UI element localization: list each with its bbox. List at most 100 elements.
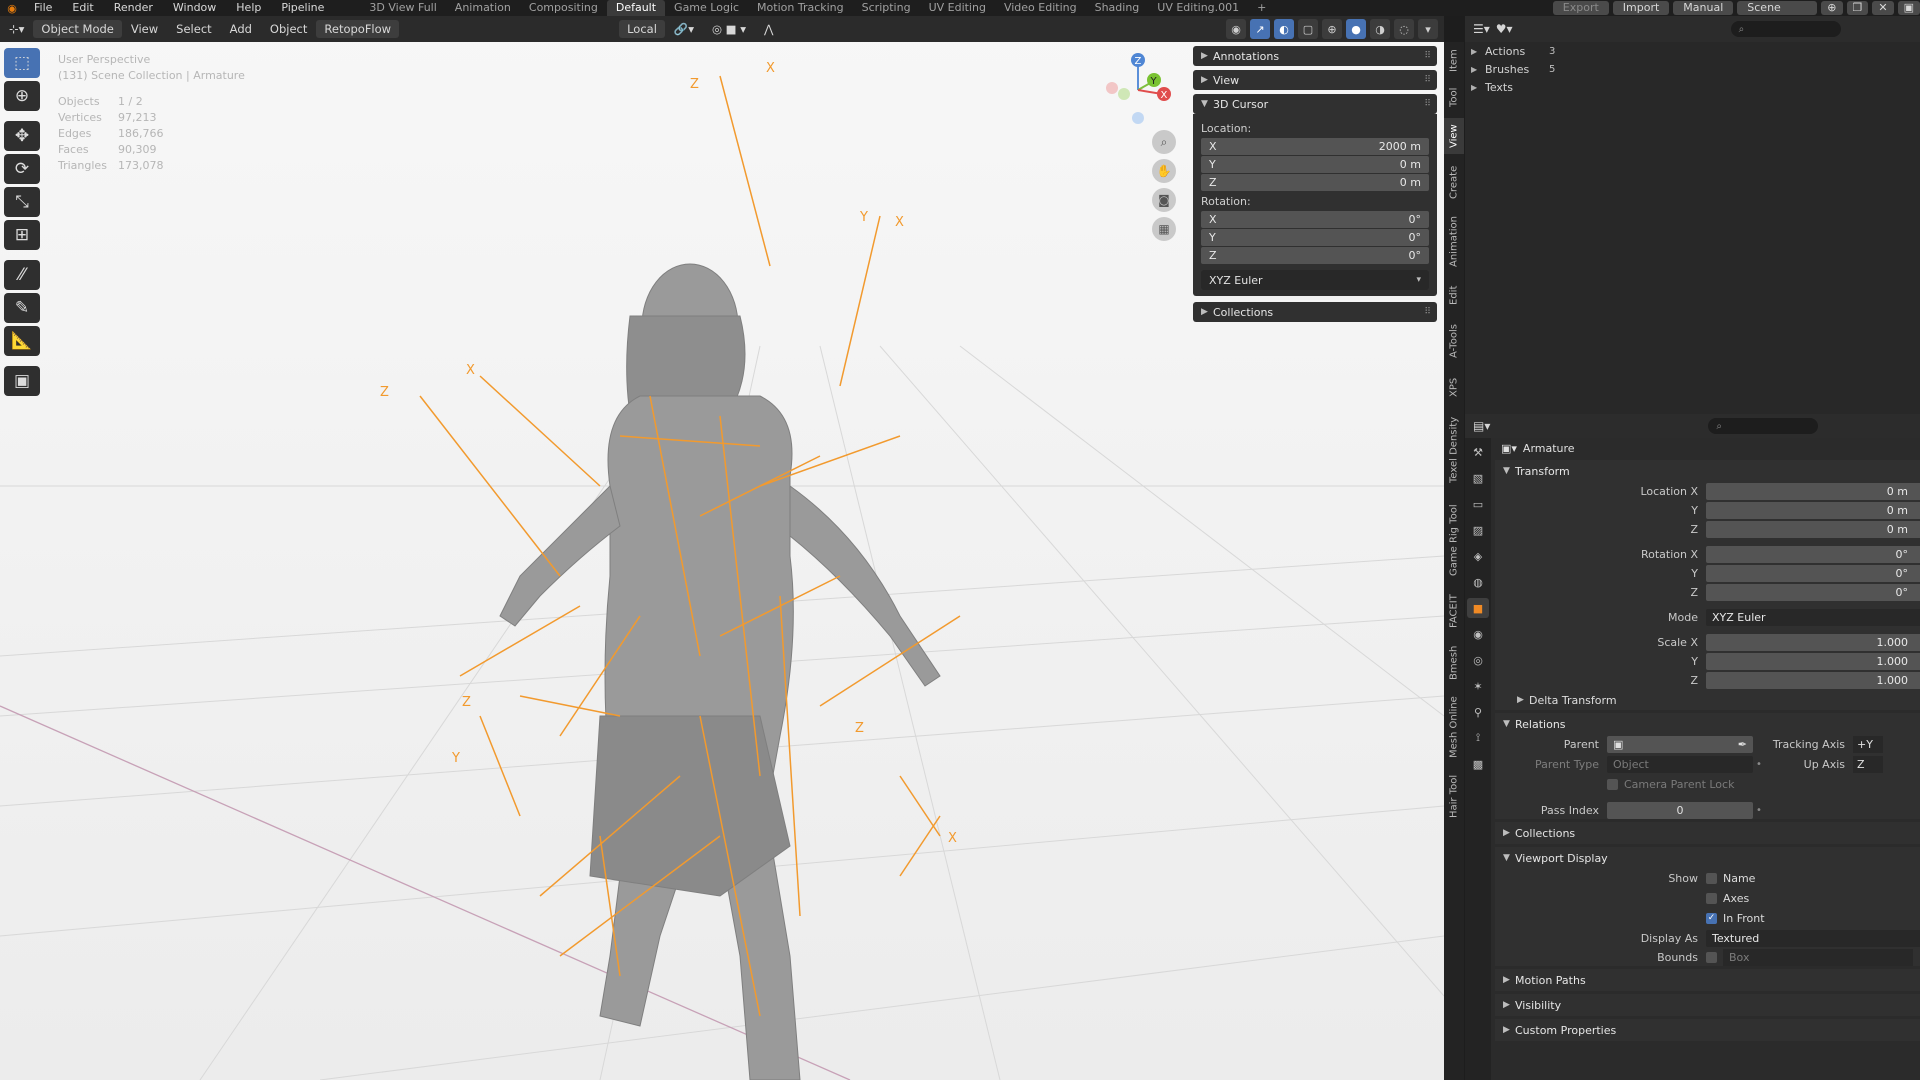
physics-tab-icon[interactable]: ✶ — [1467, 676, 1489, 696]
relations-header[interactable]: ▼ Relations — [1495, 713, 1920, 735]
pan-hand-icon[interactable]: ✋ — [1152, 159, 1176, 183]
list-item[interactable]: ▶ Brushes 5 — [1465, 60, 1920, 78]
zoom-icon[interactable]: ⌕ — [1152, 130, 1176, 154]
falloff-icon[interactable]: ⋀ — [755, 22, 782, 36]
tracking-axis-field[interactable]: +Y — [1853, 735, 1883, 753]
vtab-item[interactable]: Item — [1444, 46, 1464, 76]
cursor-rotation-z[interactable]: Z 0° — [1201, 247, 1429, 264]
data-tab-icon[interactable]: ⟟ — [1467, 728, 1489, 748]
editor-type-icon[interactable]: ⊹▾ — [0, 22, 33, 36]
location-y-row[interactable]: Y0 m — [1495, 501, 1920, 519]
collections-panel-header[interactable]: ▶ Collections ⠿ — [1193, 302, 1437, 322]
mode-dropdown[interactable]: Object Mode — [33, 20, 122, 38]
select-box-tool-icon[interactable]: ⬚ — [4, 48, 40, 78]
display-as-row[interactable]: Display As Textured — [1495, 929, 1920, 947]
orientation-dropdown[interactable]: Local — [619, 20, 665, 38]
particles-tab-icon[interactable]: ◎ — [1467, 650, 1489, 670]
bounds-row[interactable]: Bounds Box — [1495, 948, 1920, 966]
scale-z-row[interactable]: Z 1.000 — [1495, 671, 1920, 689]
cursor-location-y[interactable]: Y0 m — [1201, 156, 1429, 173]
menu-help[interactable]: Help — [226, 0, 271, 16]
checkmark-icon[interactable]: ✓ — [1706, 912, 1717, 924]
menu-pipeline[interactable]: Pipeline — [271, 0, 334, 16]
editor-type-icon[interactable]: ☰▾ — [1473, 22, 1490, 36]
vtab-faceit[interactable]: FACEIT — [1444, 588, 1464, 634]
collections-header[interactable]: ▶ Collections — [1495, 822, 1920, 844]
add-workspace-icon[interactable]: + — [1248, 0, 1275, 16]
draw-tool-icon[interactable]: ✎ — [4, 293, 40, 323]
menu-file[interactable]: File — [24, 0, 62, 16]
vtab-game-rig-tool[interactable]: Game Rig Tool — [1444, 498, 1464, 582]
import-button[interactable]: Import — [1612, 1, 1670, 15]
transform-header[interactable]: ▼ Transform — [1495, 460, 1920, 482]
display-mode-icon[interactable]: ♥▾ — [1496, 22, 1513, 36]
menu-render[interactable]: Render — [104, 0, 163, 16]
tab-animation[interactable]: Animation — [446, 0, 520, 16]
cursor-tool-icon[interactable]: ⊕ — [4, 81, 40, 111]
view-panel-header[interactable]: ▶ View ⠿ — [1193, 70, 1437, 90]
view-layer-icon[interactable]: ▣ — [1897, 1, 1920, 15]
copy-scene-icon[interactable]: ❐ — [1846, 1, 1869, 15]
vtab-tool[interactable]: Tool — [1444, 82, 1464, 112]
menu-view[interactable]: View — [122, 22, 167, 36]
tab-scripting[interactable]: Scripting — [853, 0, 920, 16]
rotation-z-row[interactable]: Z 0° — [1495, 583, 1920, 601]
move-tool-icon[interactable]: ✥ — [4, 121, 40, 151]
export-button[interactable]: Export — [1552, 1, 1609, 15]
annotate-tool-icon[interactable]: ⁄⁄ — [4, 260, 40, 290]
vtab-a-tools[interactable]: A-Tools — [1444, 316, 1464, 366]
vtab-bmesh[interactable]: Bmesh — [1444, 640, 1464, 686]
cursor-rotation-y[interactable]: Y 0° — [1201, 229, 1429, 246]
show-in-front-row[interactable]: ✓ In Front — [1495, 909, 1920, 927]
menu-window[interactable]: Window — [163, 0, 226, 16]
show-name-row[interactable]: Show Name — [1495, 869, 1920, 887]
blender-logo-icon[interactable]: ◉ — [0, 2, 24, 15]
cursor-location-x[interactable]: X 2000 m — [1201, 138, 1429, 155]
list-item[interactable]: ▶ Actions 3 — [1465, 42, 1920, 60]
outliner-search-input[interactable]: ⌕ — [1730, 21, 1841, 37]
tab-uv-editing[interactable]: UV Editing — [920, 0, 995, 16]
tab-3d-view-full[interactable]: 3D View Full — [360, 0, 445, 16]
navigation-gizmo[interactable]: Z Y X — [1100, 52, 1176, 128]
camera-parent-lock-checkbox[interactable]: Camera Parent Lock — [1607, 778, 1734, 791]
pass-index-field[interactable]: 0 — [1607, 801, 1753, 819]
scale-y-row[interactable]: Y 1.000 — [1495, 652, 1920, 670]
object-tab-icon[interactable]: ■ — [1467, 598, 1489, 618]
proportional-edit-icon[interactable]: ◎ ■ ▾ — [703, 22, 755, 36]
editor-type-icon[interactable]: ▤▾ — [1473, 419, 1490, 433]
output-tab-icon[interactable]: ▭ — [1467, 494, 1489, 514]
texture-tab-icon[interactable]: ▩ — [1467, 754, 1489, 774]
delta-transform-header[interactable]: ▶ Delta Transform — [1495, 690, 1920, 710]
tab-compositing[interactable]: Compositing — [520, 0, 607, 16]
rotate-tool-icon[interactable]: ⟳ — [4, 154, 40, 184]
vtab-hair-tool[interactable]: Hair Tool — [1444, 768, 1464, 824]
parent-type-select[interactable]: Object — [1607, 755, 1753, 773]
shading-solid-icon[interactable]: ● — [1346, 19, 1366, 39]
location-x-row[interactable]: Location X0 m — [1495, 482, 1920, 500]
add-cube-tool-icon[interactable]: ▣ — [4, 366, 40, 396]
close-scene-icon[interactable]: ✕ — [1872, 1, 1894, 15]
checkbox-icon[interactable] — [1706, 951, 1717, 963]
camera-view-icon[interactable]: ◙ — [1152, 188, 1176, 212]
checkbox-icon[interactable] — [1706, 892, 1717, 904]
tab-video-editing[interactable]: Video Editing — [995, 0, 1086, 16]
shading-material-icon[interactable]: ◑ — [1370, 19, 1390, 39]
retopoflow-dropdown[interactable]: RetopoFlow — [316, 20, 400, 38]
modifiers-tab-icon[interactable]: ◉ — [1467, 624, 1489, 644]
menu-object[interactable]: Object — [261, 22, 316, 36]
tab-game-logic[interactable]: Game Logic — [665, 0, 748, 16]
vtab-xps[interactable]: XPS — [1444, 372, 1464, 402]
ortho-grid-icon[interactable]: ▦ — [1152, 217, 1176, 241]
checkbox-icon[interactable] — [1706, 872, 1717, 884]
vtab-edit[interactable]: Edit — [1444, 280, 1464, 310]
tool-tab-icon[interactable]: ⚒ — [1467, 442, 1489, 462]
viewport-display-header[interactable]: ▼ Viewport Display — [1495, 847, 1920, 869]
shading-rendered-icon[interactable]: ◌ — [1394, 19, 1414, 39]
shading-options-icon[interactable]: ▾ — [1418, 19, 1438, 39]
vtab-animation[interactable]: Animation — [1444, 210, 1464, 274]
tab-shading[interactable]: Shading — [1086, 0, 1149, 16]
rotation-x-row[interactable]: Rotation X 0° — [1495, 545, 1920, 563]
menu-edit[interactable]: Edit — [62, 0, 103, 16]
visibility-header[interactable]: ▶ Visibility — [1495, 994, 1920, 1016]
gizmo-toggle-icon[interactable]: ↗ — [1250, 19, 1270, 39]
